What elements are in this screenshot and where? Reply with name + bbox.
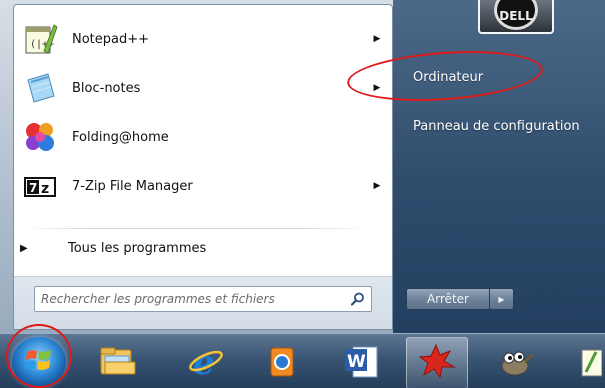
program-label: Folding@home [72,129,169,145]
taskbar-gimp[interactable] [484,337,546,388]
program-icon [572,342,602,384]
all-programs-button[interactable]: ▶ Tous les programmes [18,236,368,260]
start-menu-right-pane [393,0,605,333]
right-item-panneau-de-configuration[interactable]: Panneau de configuration [413,119,580,134]
search-area [14,276,392,329]
user-picture[interactable]: DELL [478,0,554,34]
taskbar-overflow-item[interactable] [568,337,605,388]
dell-logo: DELL [494,0,538,30]
right-item-ordinateur[interactable]: Ordinateur [413,70,483,85]
search-box[interactable] [34,286,372,312]
svg-text:z: z [41,181,49,197]
notepad-plus-plus-icon: (|++ [21,20,59,58]
taskbar-internet-explorer[interactable]: e [175,337,237,388]
internet-explorer-icon: e [186,341,226,385]
folding-at-home-icon [416,341,458,385]
taskbar-file-explorer[interactable] [86,337,148,388]
notepad-icon [21,69,59,107]
program-label: Notepad++ [72,31,150,47]
windows-logo-icon [24,345,54,379]
shutdown-group: Arrêter ▶ [406,288,514,310]
submenu-arrow-icon[interactable]: ▶ [367,83,387,93]
program-item-notepad-plus-plus[interactable]: (|++ Notepad++ ▶ [19,16,387,62]
shutdown-options-button[interactable]: ▶ [490,288,514,310]
folding-at-home-icon [21,118,59,156]
shutdown-button[interactable]: Arrêter [406,288,490,310]
all-programs-label: Tous les programmes [68,240,207,256]
taskbar-folding-at-home[interactable] [406,337,468,388]
submenu-arrow-icon[interactable]: ▶ [367,34,387,44]
program-item-7-zip[interactable]: 7 z 7-Zip File Manager ▶ [19,163,387,209]
gimp-icon [495,342,535,384]
start-button[interactable] [12,337,66,387]
word-icon: W [341,341,381,385]
program-item-bloc-notes[interactable]: Bloc-notes ▶ [19,65,387,111]
svg-text:7: 7 [29,181,37,195]
seven-zip-icon: 7 z [21,167,59,205]
taskbar: e W [0,333,605,388]
taskbar-media-player[interactable] [250,337,312,388]
taskbar-word[interactable]: W [330,337,392,388]
search-icon[interactable] [345,292,371,306]
program-label: 7-Zip File Manager [72,178,193,194]
media-player-icon [263,342,299,384]
svg-text:W: W [347,352,366,372]
menu-separator [20,228,370,229]
submenu-arrow-icon[interactable]: ▶ [367,181,387,191]
expand-arrow-icon: ▶ [20,242,28,254]
program-item-folding-at-home[interactable]: Folding@home [19,114,387,160]
program-label: Bloc-notes [72,80,141,96]
svg-text:e: e [193,343,215,381]
file-explorer-icon [97,342,137,384]
start-menu: DELL (|++ Notepad++ ▶ Bloc-notes ▶ Foldi… [0,0,605,333]
search-input[interactable] [35,288,345,310]
